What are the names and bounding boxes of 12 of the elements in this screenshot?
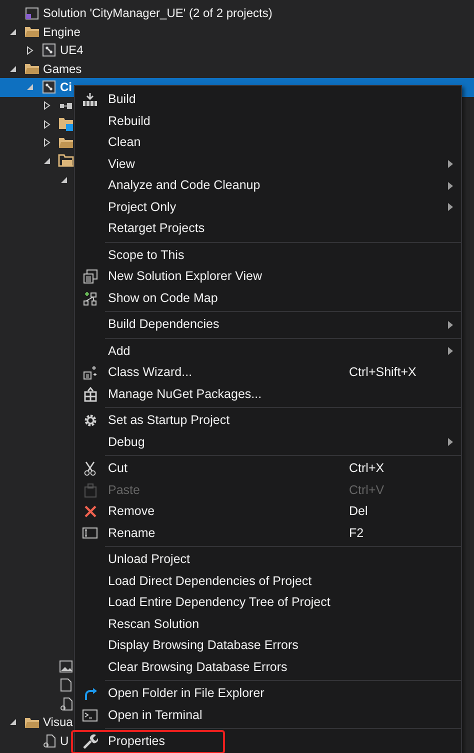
shortcut-label: Del <box>349 503 369 520</box>
shortcut-label: Ctrl+X <box>349 460 386 478</box>
tree-item-label: UE4 <box>60 42 84 60</box>
tree-item-label: Engine <box>43 24 80 41</box>
tree-item-label: U <box>60 732 69 750</box>
tree-item-label: Ci <box>60 79 72 96</box>
tree-item-label: Games <box>43 60 82 78</box>
shortcut-label: F2 <box>349 524 365 542</box>
tree-item-label: Visua <box>43 714 73 732</box>
tree-item-label: Solution 'CityManager_UE' (2 of 2 projects) <box>43 5 272 22</box>
shortcut-label: Ctrl+V <box>349 482 386 499</box>
shortcut-label: Ctrl+Shift+X <box>349 364 418 382</box>
